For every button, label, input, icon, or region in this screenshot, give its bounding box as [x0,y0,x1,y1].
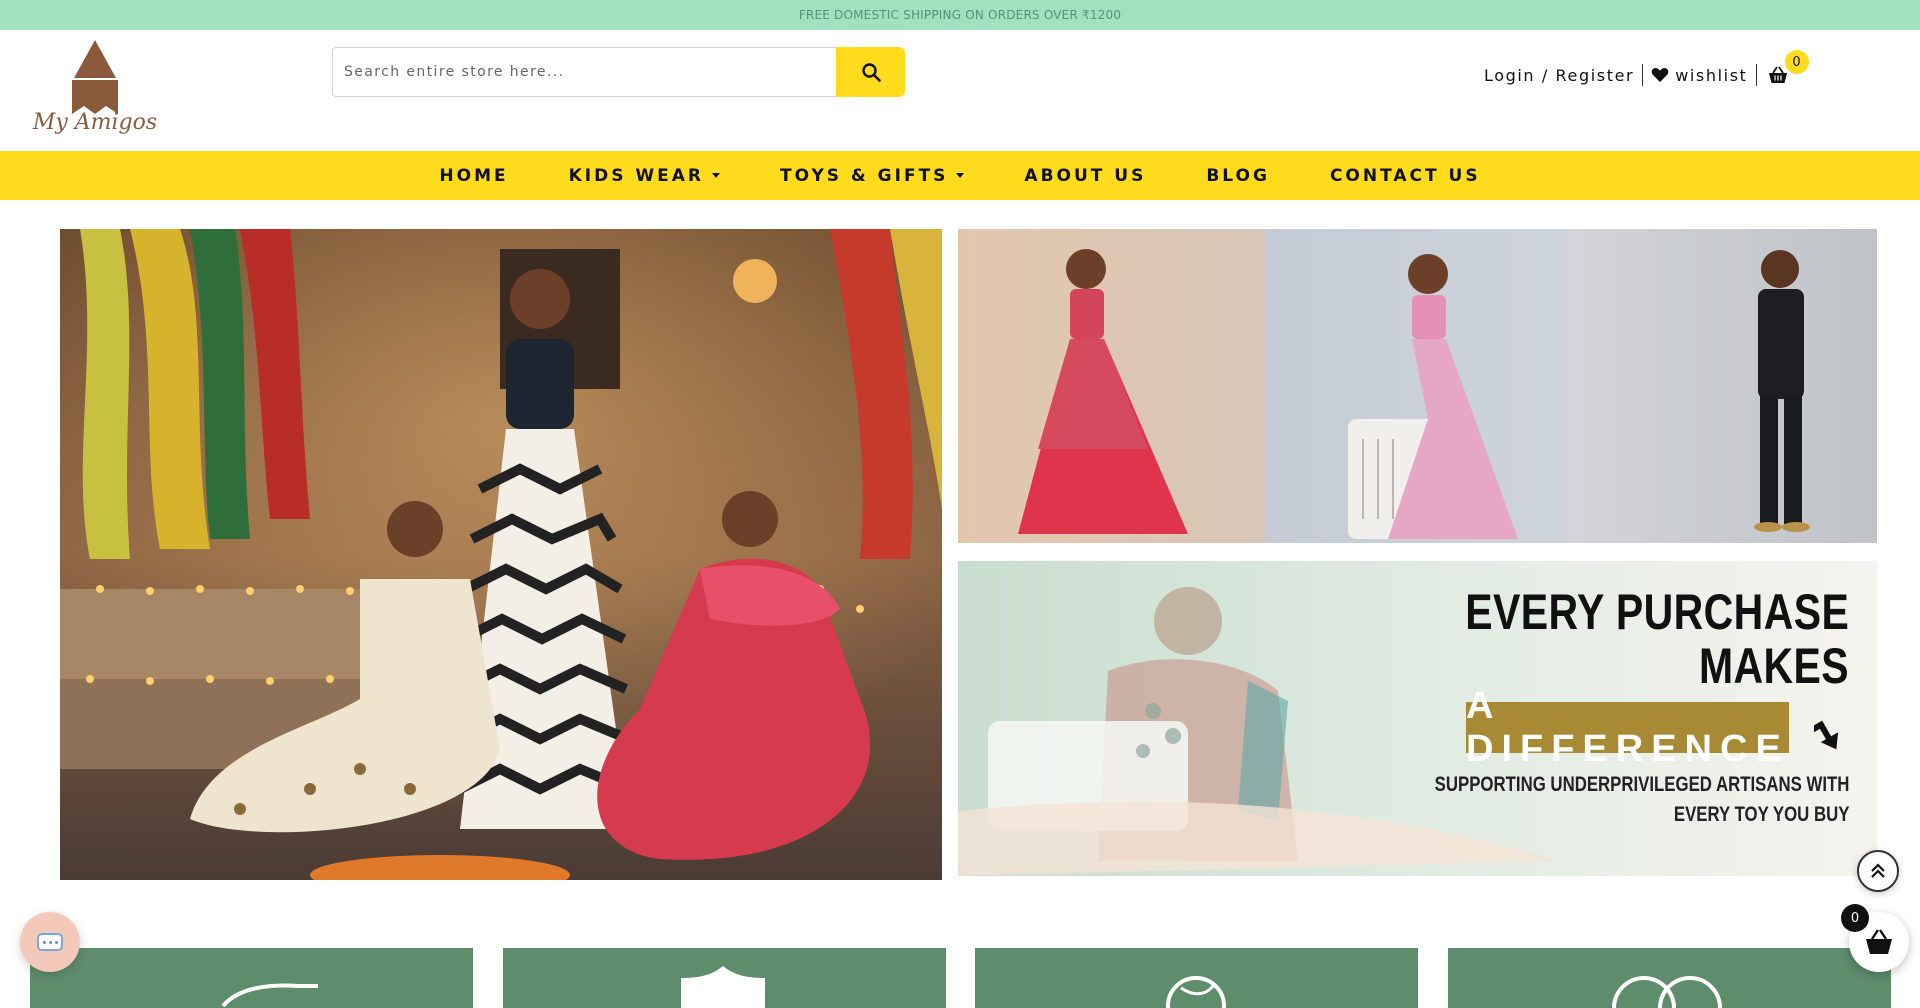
promo-subtext-line2: EVERY TOY YOU BUY [1673,803,1849,826]
nav-item-label: BLOG [1206,165,1270,186]
cart-count-badge: 0 [1784,50,1809,74]
caret-down-icon [956,173,965,178]
nav-item-kids-wear[interactable]: KIDS WEAR [568,165,721,186]
shipping-announcement-bar: FREE DOMESTIC SHIPPING ON ORDERS OVER ₹1… [0,0,1920,30]
search-input[interactable] [332,47,837,97]
heart-icon [1651,68,1669,82]
feature-card [30,948,473,1008]
main-navigation: HOME KIDS WEAR TOYS & GIFTS ABOUT US BLO… [0,151,1920,200]
kids-wear-banner-image [958,229,1877,543]
feature-card [975,948,1418,1008]
account-links: Login / Register wishlist 0 [1484,50,1809,87]
nav-item-home[interactable]: HOME [439,166,508,186]
chat-button[interactable] [20,912,80,972]
divider [1755,64,1757,86]
hearts-icon [1612,976,1722,1008]
double-chevron-up-icon [1871,863,1885,878]
shield-icon [681,966,765,1008]
nav-item-about-us[interactable]: ABOUT US [1024,166,1146,186]
caret-down-icon [712,173,721,178]
chat-bubble-icon [37,933,63,951]
nav-item-label: HOME [439,165,509,186]
nav-item-blog[interactable]: BLOG [1206,166,1270,186]
search-bar [332,47,905,97]
nav-item-label: ABOUT US [1024,165,1147,186]
banner-artisan-promo[interactable]: EVERY PURCHASE MAKES A DIFFERENCE SUPPOR… [958,561,1877,876]
nav-item-label: TOYS & GIFTS [780,165,949,186]
site-header: My Amigos Login / Register wishlist [0,30,1920,151]
feature-card [1448,948,1891,1008]
hero-banner-image [60,229,942,880]
wishlist-link[interactable]: wishlist [1651,66,1747,85]
promo-headline-line1: EVERY PURCHASE [1465,584,1849,640]
shipping-announcement-text: FREE DOMESTIC SHIPPING ON ORDERS OVER ₹1… [798,8,1122,22]
divider [1642,64,1644,86]
wishlist-label: wishlist [1675,65,1748,85]
back-to-top-button[interactable] [1857,850,1899,892]
brand-logo[interactable]: My Amigos [32,36,158,146]
feature-icon [221,983,318,1008]
nav-item-contact-us[interactable]: CONTACT US [1330,166,1481,186]
brand-logo-text: My Amigos [32,110,158,135]
nav-item-label: CONTACT US [1329,165,1481,186]
header-cart-button[interactable]: 0 [1767,50,1809,84]
hero-banner-festive[interactable] [60,229,942,880]
banner-kids-wear[interactable] [958,229,1877,543]
floating-cart-count-badge: 0 [1841,904,1869,932]
nav-item-label: KIDS WEAR [568,165,705,186]
promo-subtext-line1: SUPPORTING UNDERPRIVILEGED ARTISANS WITH [1434,773,1849,796]
ball-icon [1166,976,1226,1008]
login-register-link[interactable]: Login / Register [1484,66,1634,85]
basket-icon [1768,66,1787,83]
logo-mark-icon [72,40,118,114]
feature-card [503,948,946,1008]
arrow-down-right-icon [1814,720,1839,750]
promo-highlight-box: A DIFFERENCE [1466,684,1789,770]
search-icon [861,63,881,82]
nav-item-toys-gifts[interactable]: TOYS & GIFTS [780,165,965,186]
search-button[interactable] [836,47,905,97]
basket-icon [1866,929,1892,954]
